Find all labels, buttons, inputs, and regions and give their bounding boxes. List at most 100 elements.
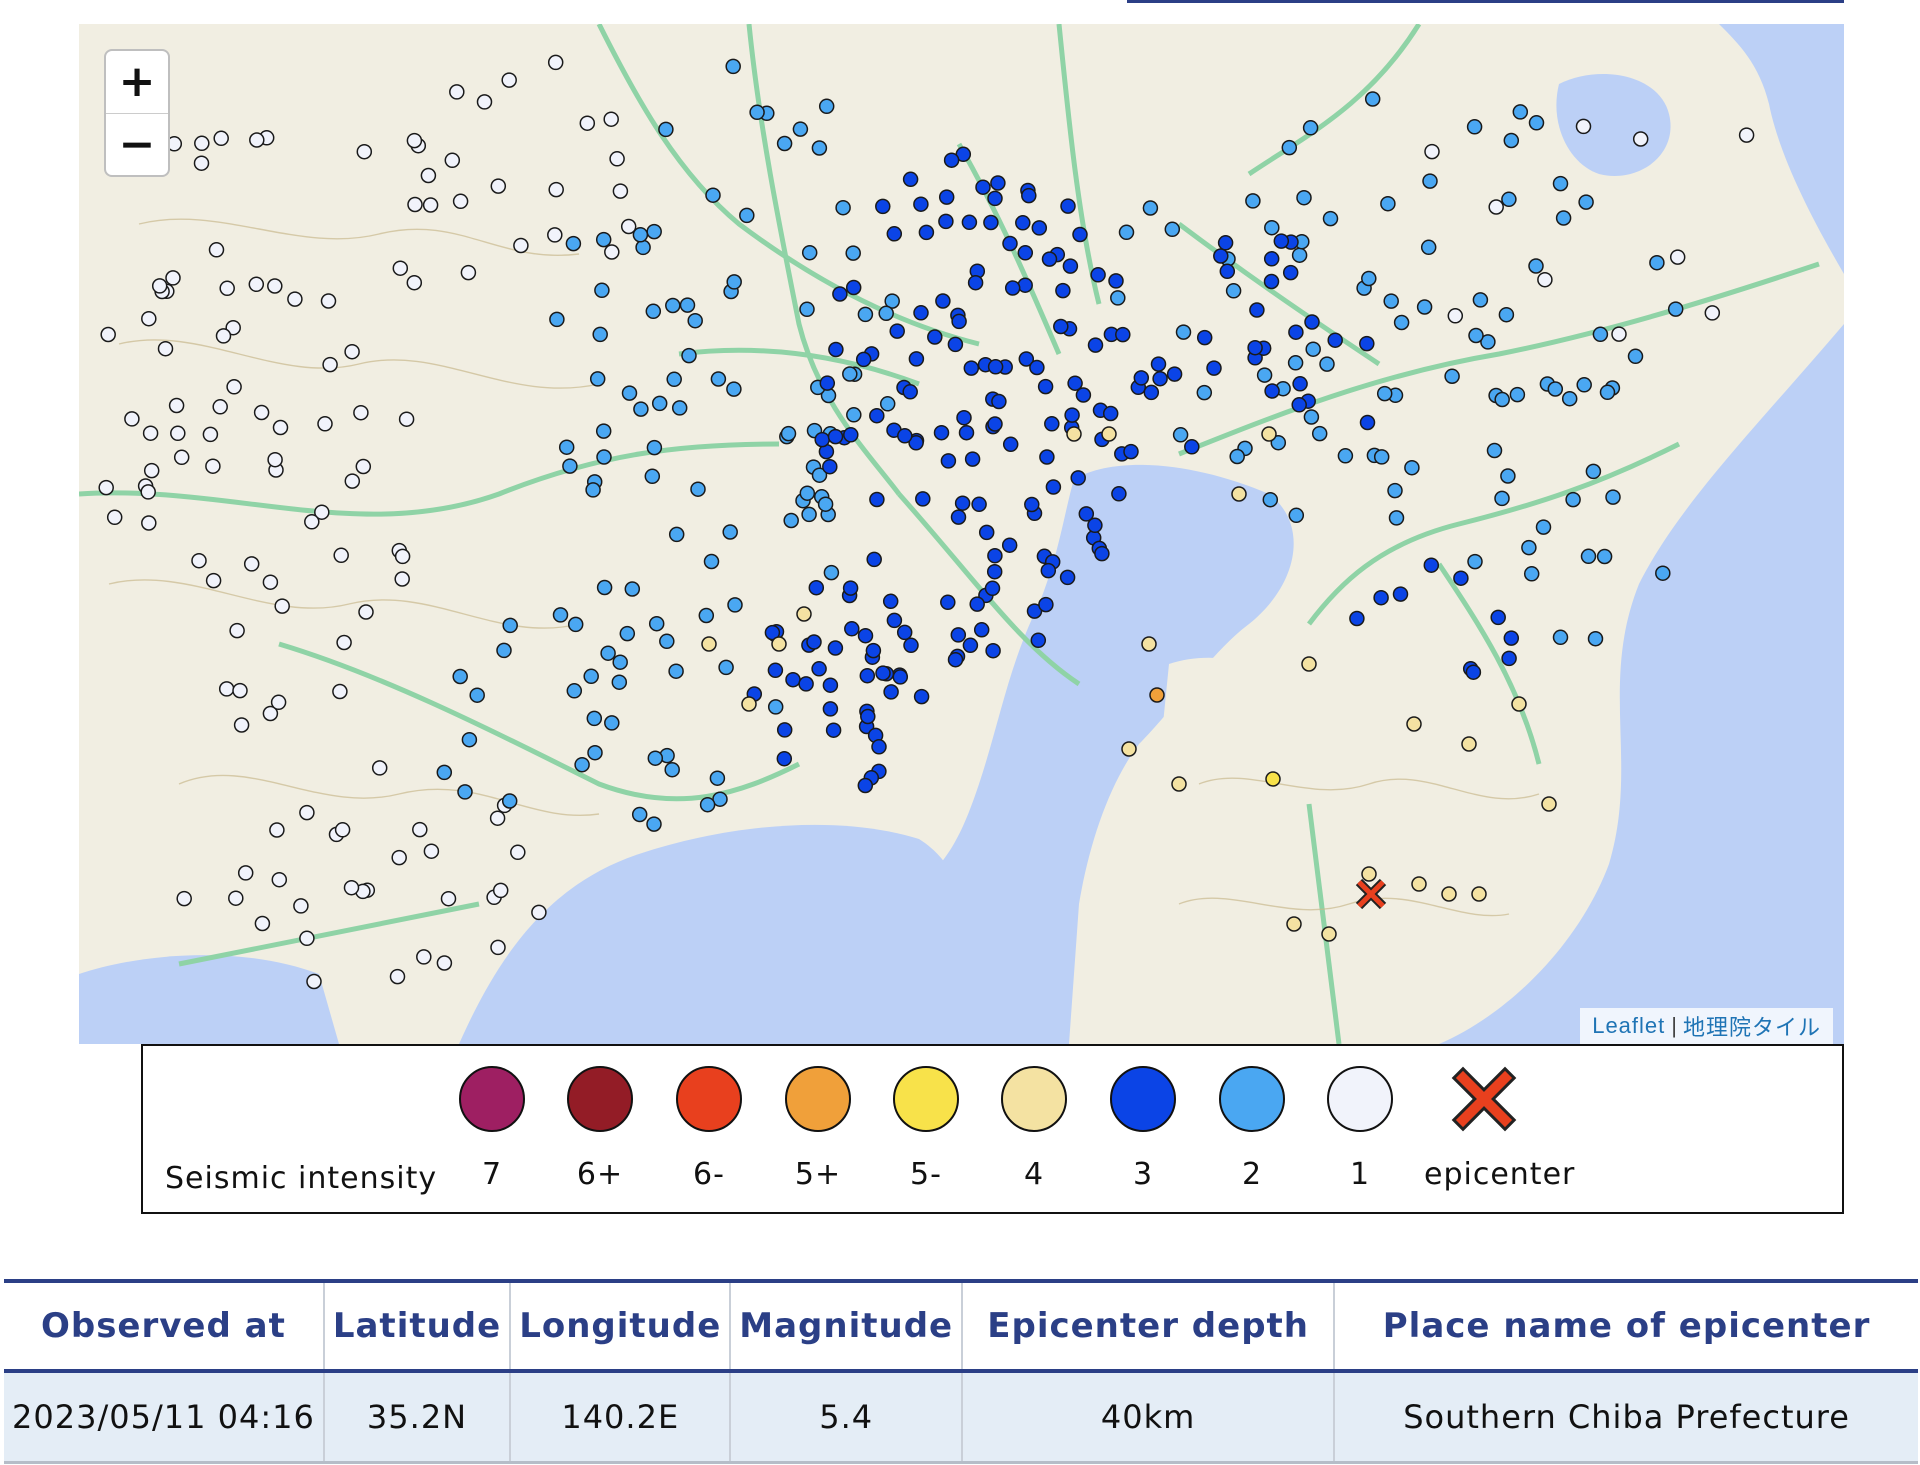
station-marker[interactable]: [322, 356, 338, 373]
station-marker[interactable]: [1738, 127, 1755, 143]
station-marker[interactable]: [913, 688, 930, 705]
station-marker[interactable]: [1102, 405, 1119, 422]
station-marker[interactable]: [1500, 468, 1516, 484]
station-marker[interactable]: [1498, 306, 1515, 323]
station-marker[interactable]: [412, 821, 428, 838]
station-marker[interactable]: [611, 674, 628, 690]
station-marker[interactable]: [502, 617, 518, 634]
station-marker[interactable]: [1152, 370, 1168, 387]
station-marker[interactable]: [741, 696, 757, 712]
station-marker[interactable]: [1123, 443, 1139, 460]
station-marker[interactable]: [1453, 570, 1469, 586]
station-marker[interactable]: [882, 593, 899, 610]
station-marker[interactable]: [1669, 249, 1686, 265]
station-marker[interactable]: [490, 939, 506, 956]
station-marker[interactable]: [780, 425, 797, 442]
station-marker[interactable]: [668, 526, 685, 543]
station-marker[interactable]: [866, 551, 882, 568]
station-marker[interactable]: [975, 179, 991, 195]
station-marker[interactable]: [1393, 314, 1410, 331]
station-marker[interactable]: [1503, 630, 1520, 646]
station-marker[interactable]: [954, 495, 971, 511]
station-marker[interactable]: [927, 329, 943, 345]
station-marker[interactable]: [558, 439, 575, 455]
station-marker[interactable]: [857, 627, 874, 644]
station-marker[interactable]: [943, 152, 960, 168]
station-marker[interactable]: [141, 515, 157, 531]
station-marker[interactable]: [822, 677, 839, 693]
station-marker[interactable]: [664, 761, 680, 778]
station-marker[interactable]: [353, 404, 369, 421]
station-marker[interactable]: [1045, 479, 1062, 495]
station-marker[interactable]: [262, 574, 279, 590]
station-marker[interactable]: [1373, 589, 1389, 606]
station-marker[interactable]: [271, 871, 288, 888]
station-marker[interactable]: [1627, 348, 1644, 365]
station-marker[interactable]: [176, 890, 192, 907]
station-marker[interactable]: [1580, 548, 1597, 565]
station-marker[interactable]: [1523, 566, 1540, 582]
station-marker[interactable]: [106, 509, 123, 526]
station-marker[interactable]: [947, 336, 964, 353]
station-marker[interactable]: [612, 183, 629, 199]
station-marker[interactable]: [1704, 305, 1721, 321]
station-marker[interactable]: [985, 642, 1001, 659]
station-marker[interactable]: [913, 305, 929, 321]
station-marker[interactable]: [1291, 397, 1307, 413]
station-marker[interactable]: [1501, 650, 1517, 667]
station-marker[interactable]: [344, 473, 361, 489]
station-marker[interactable]: [983, 214, 999, 231]
station-marker[interactable]: [1327, 332, 1343, 348]
station-marker[interactable]: [828, 341, 844, 358]
station-marker[interactable]: [208, 242, 225, 258]
station-marker[interactable]: [709, 770, 726, 786]
station-marker[interactable]: [1031, 220, 1048, 236]
station-marker[interactable]: [986, 563, 1003, 580]
station-marker[interactable]: [140, 484, 156, 500]
station-marker[interactable]: [489, 810, 506, 826]
station-marker[interactable]: [1655, 565, 1671, 581]
station-marker[interactable]: [767, 662, 784, 679]
station-marker[interactable]: [963, 360, 980, 376]
station-marker[interactable]: [1552, 629, 1569, 646]
station-marker[interactable]: [1503, 132, 1520, 149]
station-marker[interactable]: [668, 663, 684, 679]
station-marker[interactable]: [457, 784, 473, 800]
station-marker[interactable]: [1521, 539, 1537, 556]
station-marker[interactable]: [808, 579, 825, 596]
station-marker[interactable]: [1444, 368, 1460, 385]
station-marker[interactable]: [967, 274, 984, 291]
station-marker[interactable]: [1273, 233, 1290, 249]
station-marker[interactable]: [646, 816, 662, 832]
station-marker[interactable]: [1164, 221, 1181, 238]
station-marker[interactable]: [243, 556, 260, 572]
station-marker[interactable]: [845, 279, 862, 296]
station-marker[interactable]: [1219, 263, 1236, 280]
station-marker[interactable]: [987, 547, 1003, 564]
station-marker[interactable]: [897, 428, 913, 444]
station-marker[interactable]: [1133, 370, 1150, 386]
station-marker[interactable]: [903, 637, 919, 654]
station-marker[interactable]: [513, 237, 529, 254]
station-marker[interactable]: [978, 524, 995, 541]
station-marker[interactable]: [969, 596, 985, 612]
station-marker[interactable]: [892, 669, 909, 685]
station-marker[interactable]: [984, 580, 1001, 597]
station-marker[interactable]: [1380, 195, 1396, 212]
station-marker[interactable]: [549, 311, 565, 328]
station-marker[interactable]: [249, 132, 265, 148]
station-marker[interactable]: [1070, 470, 1086, 486]
station-marker[interactable]: [1509, 386, 1526, 403]
station-marker[interactable]: [950, 627, 967, 643]
station-marker[interactable]: [1305, 341, 1321, 357]
station-marker[interactable]: [1302, 120, 1319, 136]
station-marker[interactable]: [1281, 139, 1298, 156]
station-marker[interactable]: [1017, 245, 1034, 261]
station-marker[interactable]: [1447, 308, 1464, 324]
station-marker[interactable]: [739, 207, 755, 224]
station-marker[interactable]: [632, 227, 649, 243]
station-marker[interactable]: [1037, 378, 1054, 395]
station-marker[interactable]: [1592, 326, 1609, 343]
station-marker[interactable]: [624, 581, 641, 597]
station-marker[interactable]: [902, 171, 919, 188]
